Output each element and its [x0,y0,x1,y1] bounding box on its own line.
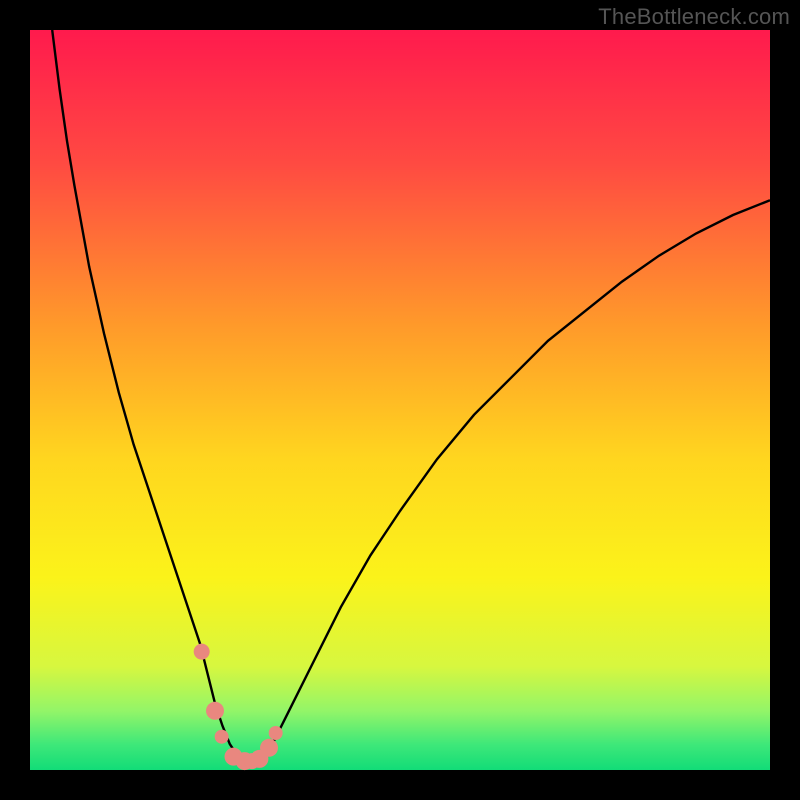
data-marker [269,726,283,740]
data-marker [206,702,224,720]
plot-background [30,30,770,770]
data-marker [215,730,229,744]
chart-frame: TheBottleneck.com [0,0,800,800]
data-marker [260,739,278,757]
watermark-text: TheBottleneck.com [598,4,790,30]
bottleneck-chart [0,0,800,800]
data-marker [194,644,210,660]
